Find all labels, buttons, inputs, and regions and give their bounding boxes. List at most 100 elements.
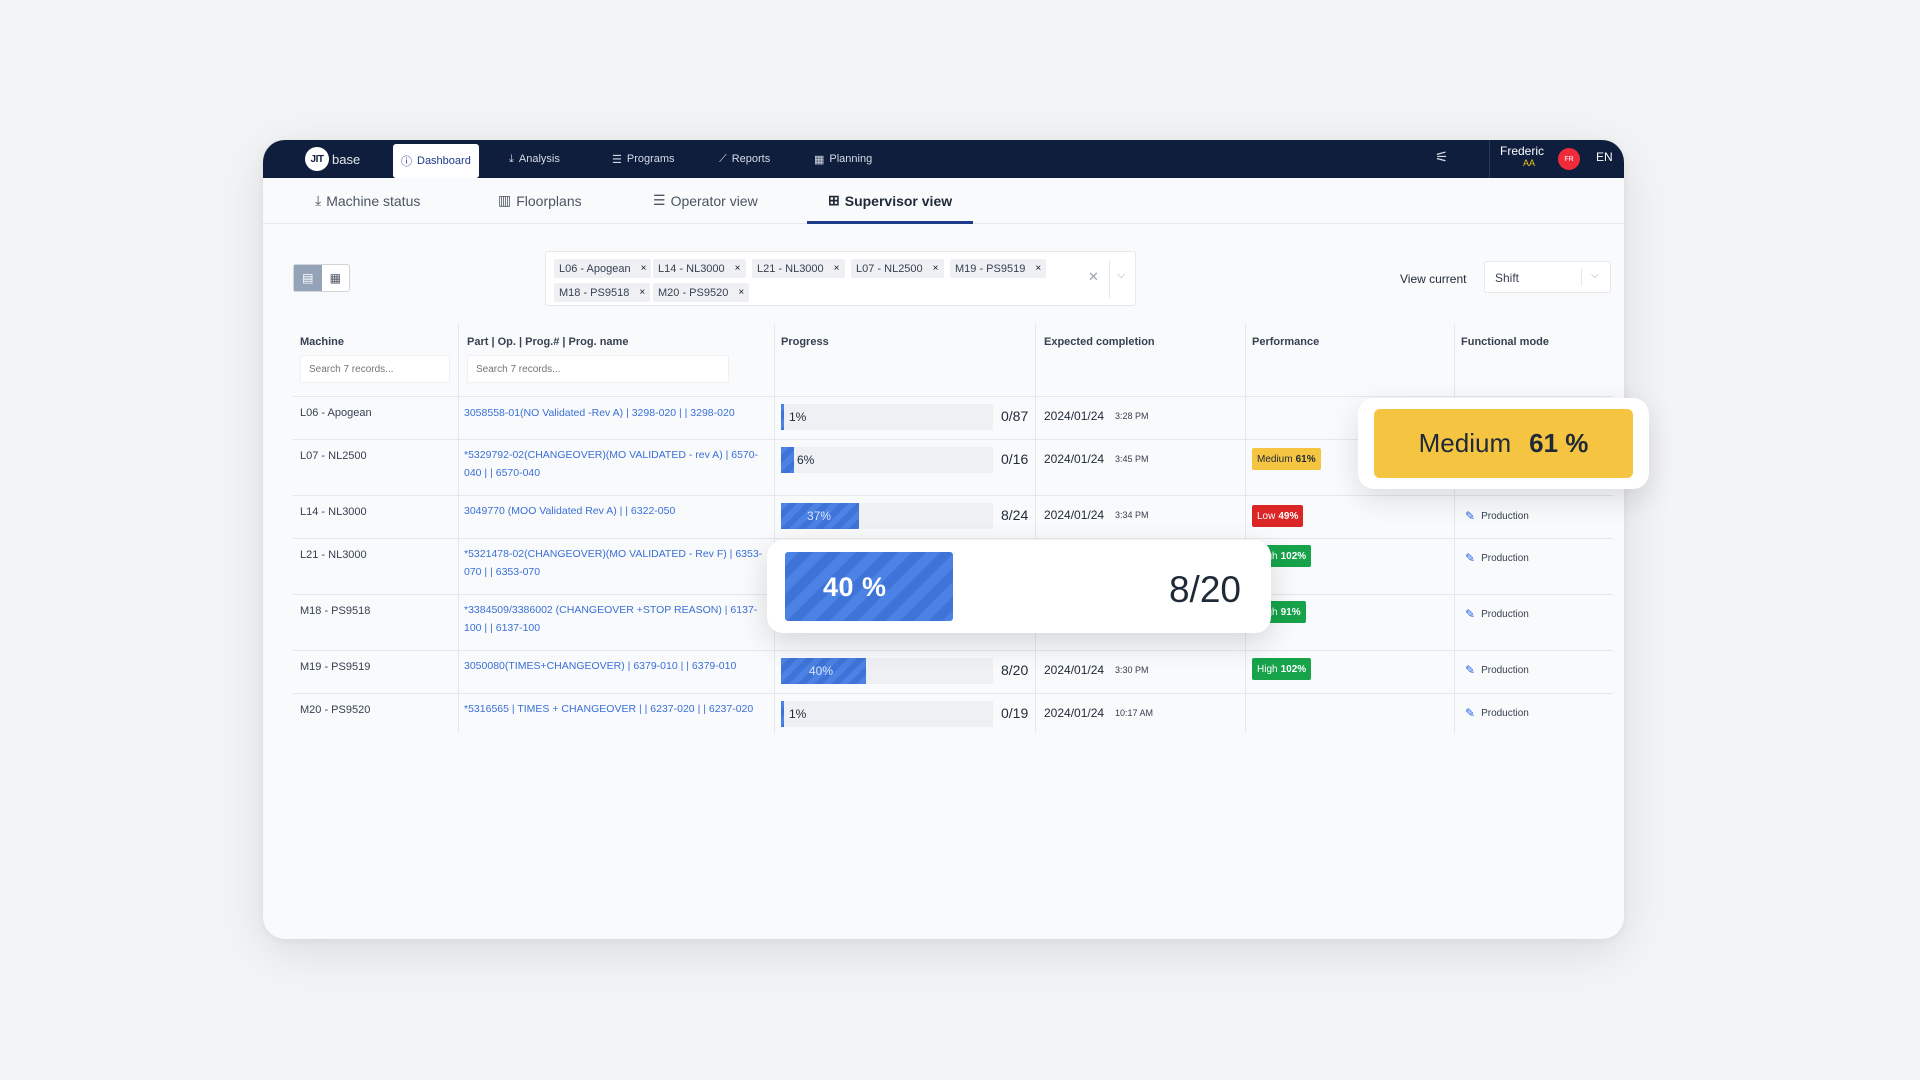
nav-programs[interactable]: ☰ Programs	[604, 144, 683, 174]
user-menu[interactable]: Frederic AA FR	[1489, 140, 1580, 178]
calendar-icon: ▦	[814, 153, 825, 166]
col-header-machine[interactable]: Machine	[300, 336, 344, 348]
part-search-input[interactable]	[467, 355, 729, 383]
expected-date: 2024/01/24	[1044, 452, 1105, 466]
list-icon: ☰	[653, 192, 666, 208]
close-icon[interactable]: ×	[641, 263, 647, 274]
nav-planning[interactable]: ▦ Planning	[806, 144, 880, 174]
mode-label: Production	[1481, 552, 1529, 564]
filter-chip[interactable]: M19 - PS9519 ×	[950, 259, 1047, 278]
filter-chip[interactable]: L14 - NL3000 ×	[653, 259, 746, 278]
mode-label: Production	[1481, 664, 1529, 676]
chip-label: L14 - NL3000	[658, 262, 725, 275]
edit-icon[interactable]: ✎	[1465, 706, 1475, 720]
clear-icon[interactable]: ✕	[1088, 269, 1099, 285]
edit-icon[interactable]: ✎	[1465, 551, 1475, 565]
performance-badge: High102%	[1252, 658, 1312, 680]
functional-mode[interactable]: ✎ Production	[1465, 663, 1529, 677]
perf-level: Low	[1257, 510, 1276, 522]
nav-dashboard[interactable]: ⓘ Dashboard	[393, 144, 479, 178]
progress-bar: 1%	[781, 701, 993, 727]
progress-count: 0/16	[1001, 451, 1029, 467]
machine-filter[interactable]: L06 - Apogean × L14 - NL3000 × L21 - NL300…	[545, 251, 1136, 306]
part-link[interactable]: 3058558-01(NO Validated -Rev A) | 3298-0…	[464, 404, 764, 422]
chevron-down-icon[interactable]: ⌵	[1117, 269, 1125, 282]
nav-reports[interactable]: ⟋ Reports	[711, 144, 778, 174]
callout-progress-count: 8/20	[1168, 569, 1241, 610]
part-link[interactable]: *5329792-02(CHANGEOVER)(MO VALIDATED - r…	[464, 446, 764, 482]
callout-level: Medium	[1418, 428, 1512, 458]
filter-chip[interactable]: M18 - PS9518 ×	[554, 283, 651, 302]
machine-cell: M18 - PS9518	[300, 605, 371, 617]
part-link[interactable]: 3049770 (MOO Validated Rev A) | | 6322-0…	[464, 502, 764, 520]
progress-fill	[781, 701, 785, 727]
machine-cell: L06 - Apogean	[300, 407, 372, 419]
progress-fill	[781, 404, 785, 430]
app-logo[interactable]: JIT base	[305, 146, 360, 172]
machine-search-input[interactable]	[300, 355, 450, 383]
expected-date: 2024/01/24	[1044, 706, 1105, 720]
edit-icon[interactable]: ✎	[1465, 663, 1475, 677]
performance-callout-badge: Medium 61 %	[1374, 409, 1633, 478]
filter-chip[interactable]: L07 - NL2500 ×	[851, 259, 944, 278]
nav-label: Planning	[829, 153, 873, 165]
view-toggle: ▤ ▦	[293, 264, 350, 292]
progress-label: 1%	[789, 707, 807, 721]
edit-icon[interactable]: ✎	[1465, 509, 1475, 523]
view-current-select[interactable]: Shift ⌵	[1484, 261, 1611, 293]
progress-bar: 37%	[781, 503, 993, 529]
avatar[interactable]: FR	[1558, 148, 1580, 170]
info-icon: ⓘ	[401, 156, 412, 168]
grid-view-button[interactable]: ▦	[322, 265, 350, 291]
col-header-progress[interactable]: Progress	[781, 336, 829, 348]
close-icon[interactable]: ×	[1035, 263, 1041, 274]
row-divider	[293, 495, 1613, 496]
functional-mode[interactable]: ✎ Production	[1465, 551, 1529, 565]
user-role: AA	[1523, 158, 1536, 168]
part-link[interactable]: *3384509/3386002 (CHANGEOVER +STOP REASO…	[464, 601, 764, 637]
progress-label: 6%	[797, 453, 815, 467]
edit-icon[interactable]: ✎	[1465, 607, 1475, 621]
close-icon[interactable]: ×	[834, 263, 840, 274]
progress-bar: 6%	[781, 447, 993, 473]
filter-chip[interactable]: L06 - Apogean ×	[554, 259, 652, 278]
progress-callout: 40 % 8/20	[767, 540, 1271, 633]
language-switch[interactable]: EN	[1596, 150, 1613, 164]
col-header-part[interactable]: Part | Op. | Prog.# | Prog. name	[467, 336, 628, 348]
perf-value: 102%	[1280, 663, 1307, 675]
nav-label: Reports	[731, 153, 771, 165]
functional-mode[interactable]: ✎ Production	[1465, 706, 1529, 720]
functional-mode[interactable]: ✎ Production	[1465, 509, 1529, 523]
list-view-icon: ▤	[302, 271, 314, 285]
filter-chip[interactable]: M20 - PS9520 ×	[653, 283, 750, 302]
column-divider	[774, 324, 775, 733]
close-icon[interactable]: ×	[639, 287, 645, 298]
mode-label: Production	[1481, 510, 1529, 522]
part-link[interactable]: *5316565 | TIMES + CHANGEOVER | | 6237-0…	[464, 700, 764, 718]
functional-mode[interactable]: ✎ Production	[1465, 607, 1529, 621]
tab-machine-status[interactable]: ⤓ Machine status	[315, 192, 420, 209]
expected-time: 3:34 PM	[1115, 510, 1149, 520]
nav-label: Analysis	[518, 153, 560, 165]
nav-analysis[interactable]: ⤓ Analysis	[501, 144, 568, 174]
filter-chip[interactable]: L21 - NL3000 ×	[752, 259, 845, 278]
close-icon[interactable]: ×	[735, 263, 741, 274]
tab-supervisor-view[interactable]: ⊞ Supervisor view	[828, 192, 952, 209]
column-divider	[458, 324, 459, 733]
col-header-performance[interactable]: Performance	[1252, 336, 1319, 348]
list-view-button[interactable]: ▤	[294, 265, 322, 291]
column-divider	[1035, 324, 1036, 733]
machine-cell: M20 - PS9520	[300, 704, 371, 716]
close-icon[interactable]: ×	[933, 263, 939, 274]
close-icon[interactable]: ×	[738, 287, 744, 298]
tab-operator-view[interactable]: ☰ Operator view	[653, 192, 758, 209]
col-header-expected[interactable]: Expected completion	[1044, 336, 1155, 348]
chip-label: M18 - PS9518	[559, 286, 630, 299]
tab-floorplans[interactable]: ▥ Floorplans	[498, 192, 582, 209]
mode-label: Production	[1481, 608, 1529, 620]
part-link[interactable]: 3050080(TIMES+CHANGEOVER) | 6379-010 | |…	[464, 657, 764, 675]
nav-label: Dashboard	[417, 155, 471, 167]
sliders-icon[interactable]: ⚟	[1435, 148, 1448, 166]
part-link[interactable]: *5321478-02(CHANGEOVER)(MO VALIDATED - R…	[464, 545, 764, 581]
col-header-mode[interactable]: Functional mode	[1461, 336, 1549, 348]
